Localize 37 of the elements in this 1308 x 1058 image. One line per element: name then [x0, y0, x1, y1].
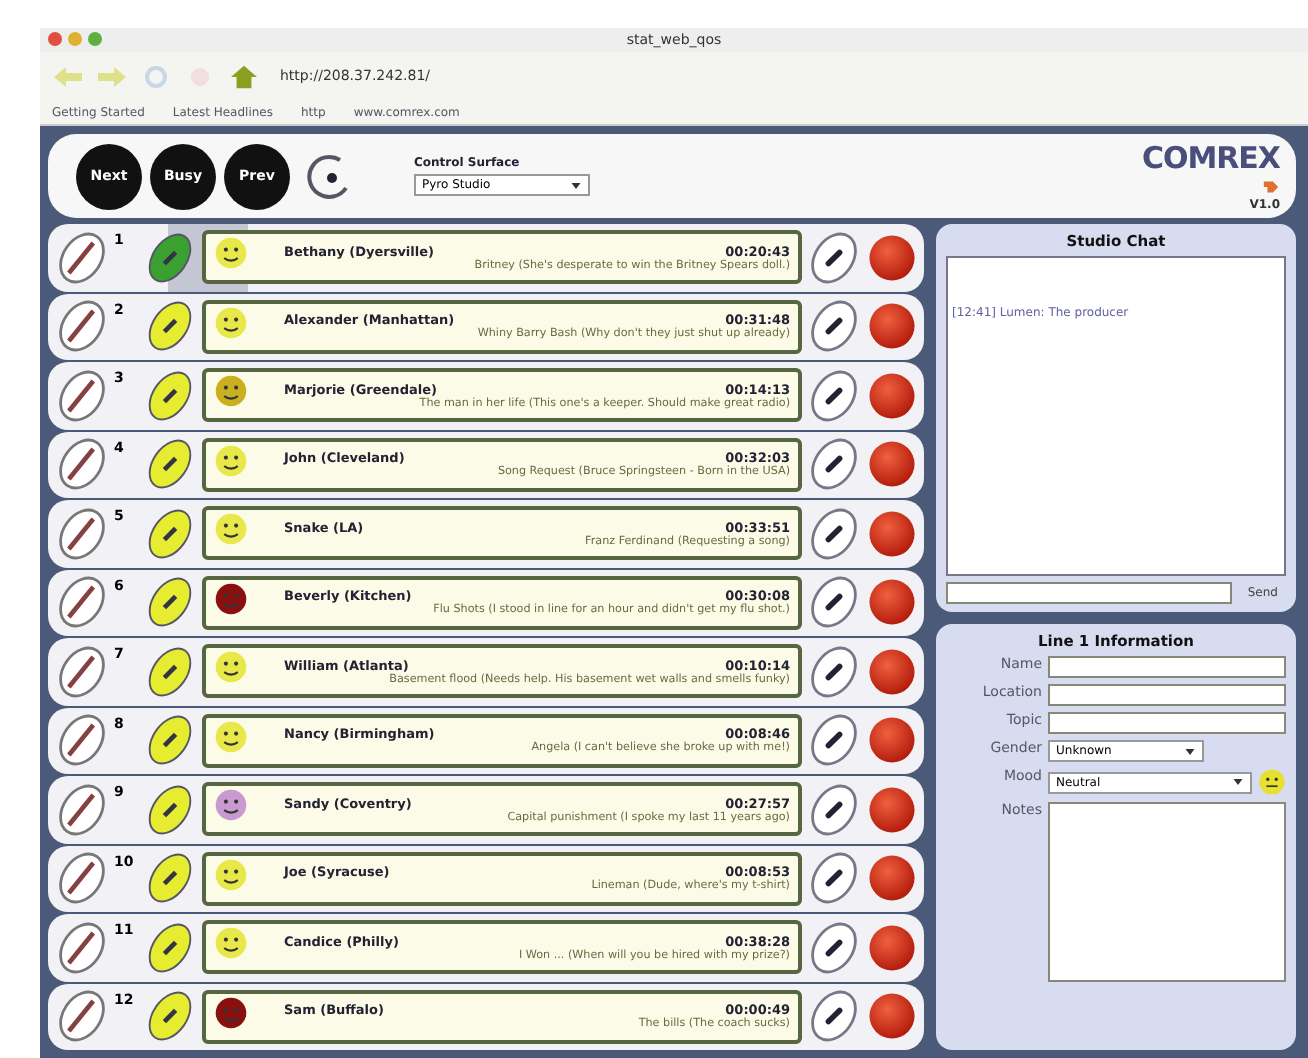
edit-icon[interactable] [54, 436, 110, 493]
hang-up-icon[interactable] [866, 990, 918, 1043]
dropdown-icon [1184, 745, 1196, 757]
hang-up-icon[interactable] [866, 231, 918, 284]
edit-icon[interactable] [54, 505, 110, 562]
hang-up-icon[interactable] [866, 783, 918, 836]
edit-icon[interactable] [54, 919, 110, 976]
input-field[interactable] [1048, 712, 1286, 734]
edit-icon[interactable] [54, 850, 110, 907]
input-field[interactable] [1048, 656, 1286, 678]
logo-mark-icon [1262, 178, 1280, 196]
edit-icon[interactable] [54, 643, 110, 700]
hang-up-icon[interactable] [866, 300, 918, 353]
close-icon[interactable] [48, 32, 62, 46]
home-icon[interactable] [228, 63, 260, 89]
hang-up-icon[interactable] [866, 576, 918, 629]
edit-icon[interactable] [54, 298, 110, 355]
edit-icon[interactable] [54, 229, 110, 286]
hang-up-icon[interactable] [866, 852, 918, 905]
edit-icon[interactable] [54, 574, 110, 631]
chat-input-field[interactable] [946, 582, 1232, 604]
edit-icon[interactable] [54, 712, 110, 769]
smiley-icon [1258, 768, 1286, 796]
notes-field[interactable] [1048, 802, 1286, 982]
logo: COMREX [1141, 140, 1280, 176]
hang-up-icon[interactable] [866, 714, 918, 767]
hang-up-icon[interactable] [866, 507, 918, 560]
hang-up-icon[interactable] [866, 369, 918, 422]
edit-icon[interactable] [54, 367, 110, 424]
input-field[interactable] [1048, 684, 1286, 706]
dropdown-icon [1232, 776, 1244, 788]
hang-up-icon[interactable] [866, 645, 918, 698]
hang-up-icon[interactable] [866, 921, 918, 974]
edit-icon[interactable] [54, 988, 110, 1045]
dropdown-icon [570, 179, 582, 191]
edit-icon[interactable] [54, 781, 110, 838]
hang-up-icon[interactable] [866, 438, 918, 491]
